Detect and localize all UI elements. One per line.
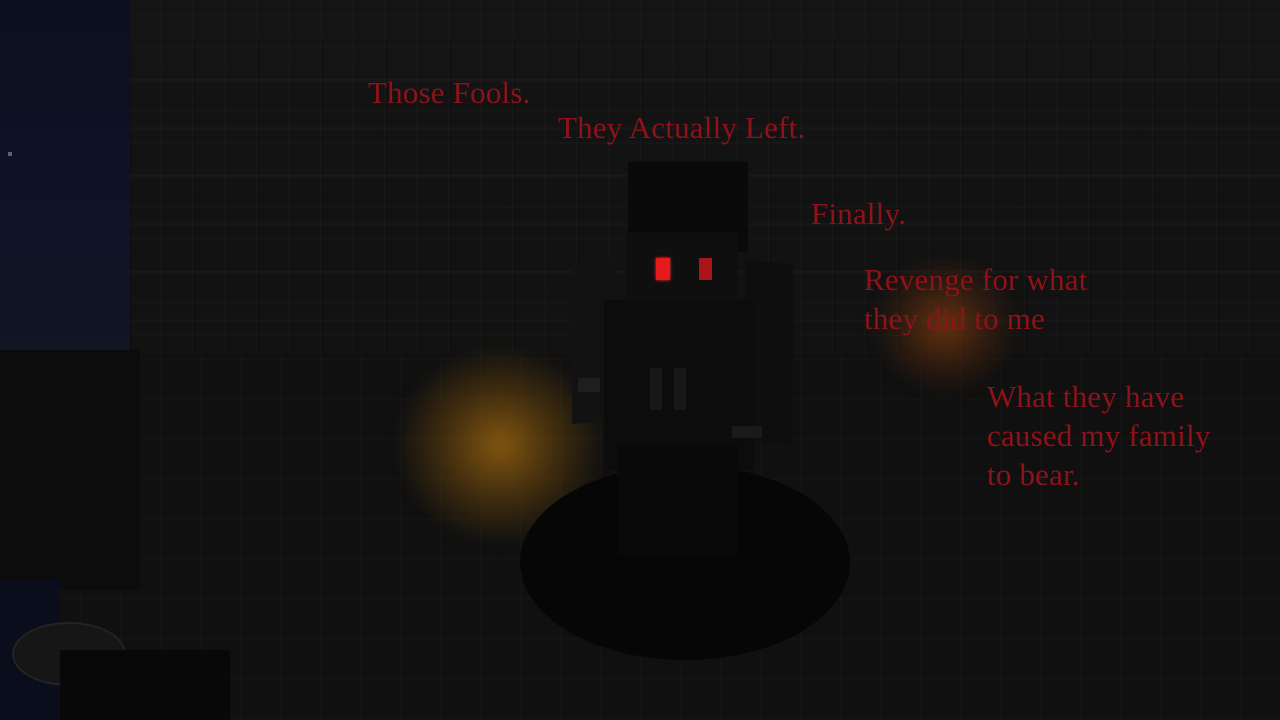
character-right-eye — [699, 258, 712, 280]
dark-block — [60, 650, 230, 720]
game-scene: Those Fools. They Actually Left. Finally… — [0, 0, 1280, 720]
night-sky — [0, 0, 130, 360]
dialogue-line: Revenge for what — [864, 262, 1088, 297]
character-hand — [732, 426, 762, 438]
dialogue-line: What they have — [987, 379, 1185, 414]
dialogue-line: they did to me — [864, 301, 1046, 336]
dialogue-line: to bear. — [987, 457, 1080, 492]
character-hand — [578, 378, 600, 392]
character-left-eye — [656, 258, 670, 280]
character-head — [626, 232, 738, 302]
character-shirt-pattern — [650, 368, 686, 410]
dialogue-line: Finally. — [811, 196, 907, 231]
star — [8, 152, 12, 156]
dialogue-line: caused my family — [987, 418, 1211, 453]
character-legs — [618, 445, 738, 555]
dialogue-line: They Actually Left. — [558, 110, 806, 145]
dialogue-line: Those Fools. — [368, 75, 531, 110]
left-ledge — [0, 350, 140, 590]
